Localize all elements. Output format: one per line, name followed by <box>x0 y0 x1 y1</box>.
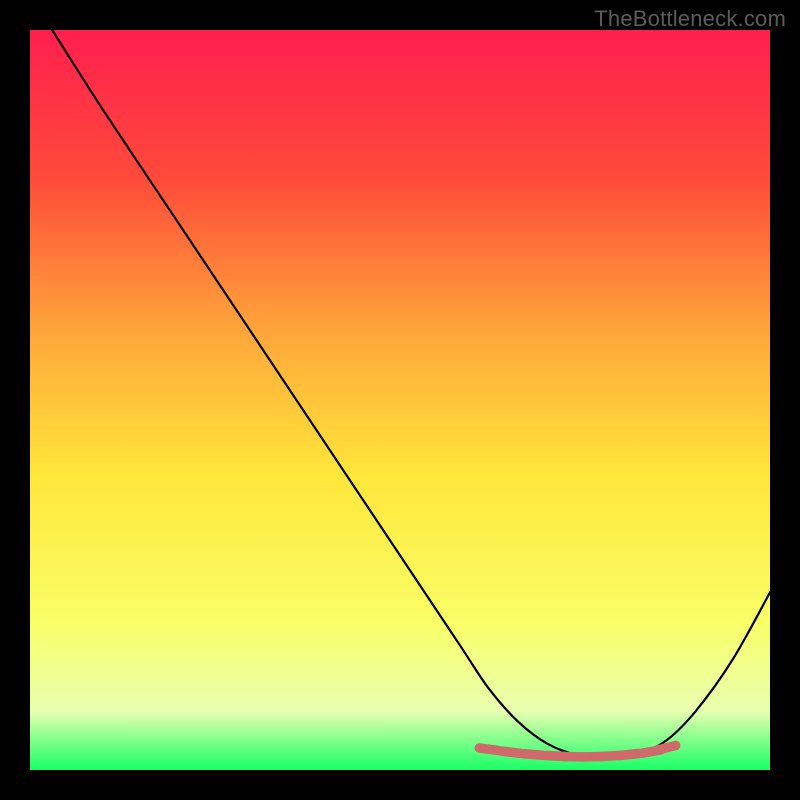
bottom-mark <box>657 745 676 750</box>
chart-svg <box>30 30 770 770</box>
bottom-mark <box>479 748 498 751</box>
bottom-mark <box>501 751 520 753</box>
bottom-mark <box>524 754 543 756</box>
gradient-background <box>30 30 770 770</box>
bottom-mark <box>620 753 639 755</box>
watermark-text: TheBottleneck.com <box>594 6 786 32</box>
plot-area <box>30 30 770 770</box>
chart-frame: TheBottleneck.com <box>0 0 800 800</box>
